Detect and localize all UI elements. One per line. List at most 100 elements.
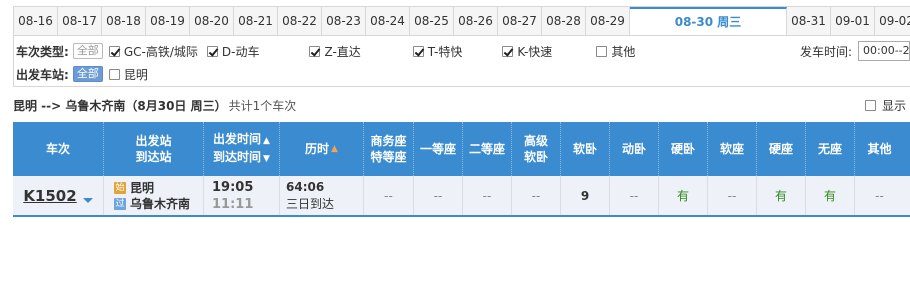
col-dep-time-label: 出发时间 — [213, 132, 262, 146]
cell-hard-seat[interactable]: 有 — [757, 176, 806, 215]
depart-time-label: 发车时间: — [799, 44, 852, 59]
start-station-icon: 始 — [114, 181, 126, 194]
col-dynamic-sleeper: 动卧 — [610, 122, 659, 176]
col-duration[interactable]: 历时 ▲ — [280, 122, 364, 176]
show-option-label: 显示 — [882, 99, 907, 113]
arrive-day: 三日到达 — [286, 196, 335, 211]
cell-soft-sleeper[interactable]: 9 — [561, 176, 610, 215]
date-tab[interactable]: 08-22 — [278, 7, 322, 36]
depart-time: 19:05 — [212, 179, 254, 195]
train-type-filter-row: 车次类型: 全部 GC-高铁/城际 D-动车 Z-直达 T-特快 K-快速 其他 — [14, 41, 635, 61]
show-option-checkbox[interactable] — [865, 100, 876, 111]
date-tab[interactable]: 08-25 — [410, 7, 454, 36]
show-option[interactable]: 显示 — [865, 97, 906, 114]
date-tab[interactable]: 08-31 — [787, 7, 831, 36]
date-tab-bar: 08-16 08-17 08-18 08-19 08-20 08-21 08-2… — [13, 6, 910, 38]
train-type-label: 车次类型: — [16, 44, 69, 59]
col-no-seat: 无座 — [806, 122, 855, 176]
col-stations: 出发站 到达站 — [104, 122, 204, 176]
date-tab[interactable]: 09-02 — [875, 7, 910, 36]
col-no-seat-label: 无座 — [817, 142, 842, 156]
checkbox-z[interactable]: Z-直达 — [309, 43, 361, 60]
date-tab[interactable]: 08-17 — [58, 7, 102, 36]
date-tab[interactable]: 08-24 — [366, 7, 410, 36]
date-tab[interactable]: 08-19 — [146, 7, 190, 36]
checkbox-d[interactable]: D-动车 — [206, 43, 259, 60]
col-hard-seat: 硬座 — [757, 122, 806, 176]
route-title: 昆明 --> 乌鲁木齐南（8月30日 周三） — [13, 99, 227, 113]
table-row: K1502 始昆明 过乌鲁木齐南 19:05 11:11 64:06 三日到达 … — [13, 176, 910, 217]
checkbox-k[interactable]: K-快速 — [502, 43, 552, 60]
col-from-label: 出发站 — [135, 134, 172, 148]
col-hard-sleeper-label: 硬卧 — [670, 142, 695, 156]
col-times[interactable]: 出发时间 ▲ 到达时间 ▼ — [204, 122, 280, 176]
to-station-name: 乌鲁木齐南 — [130, 197, 191, 211]
date-tab[interactable]: 08-28 — [542, 7, 586, 36]
checkbox-t[interactable]: T-特快 — [412, 43, 462, 60]
date-tab[interactable]: 08-18 — [102, 7, 146, 36]
train-number-link[interactable]: K1502 — [23, 187, 76, 205]
depart-time-filter: 发车时间: 00:00--24:00 — [798, 41, 910, 61]
col-first-label: 一等座 — [419, 142, 456, 156]
sort-up-icon[interactable]: ▲ — [263, 136, 270, 146]
checkbox-k-label: K-快速 — [517, 44, 553, 59]
checkbox-station-kunming[interactable]: 昆明 — [108, 66, 148, 83]
date-tab[interactable]: 08-21 — [234, 7, 278, 36]
date-tab[interactable]: 08-23 — [322, 7, 366, 36]
checkbox-gc[interactable]: GC-高铁/城际 — [108, 43, 198, 60]
cell-second: -- — [463, 176, 512, 215]
cell-duration: 64:06 三日到达 — [280, 176, 364, 215]
cell-hard-sleeper[interactable]: 有 — [659, 176, 708, 215]
col-hard-sleeper: 硬卧 — [659, 122, 708, 176]
col-hard-seat-label: 硬座 — [768, 142, 793, 156]
date-tab[interactable]: 08-16 — [14, 7, 58, 36]
date-tab[interactable]: 08-26 — [454, 7, 498, 36]
checkbox-d-box[interactable] — [206, 45, 218, 57]
checkbox-other[interactable]: 其他 — [596, 43, 635, 60]
checkbox-other-box[interactable] — [596, 45, 608, 57]
filter-panel: 车次类型: 全部 GC-高铁/城际 D-动车 Z-直达 T-特快 K-快速 其他… — [13, 35, 910, 87]
depart-station-label: 出发车站: — [16, 67, 69, 82]
date-tab[interactable]: 08-20 — [190, 7, 234, 36]
checkbox-station-kunming-box[interactable] — [108, 68, 120, 80]
cell-train: K1502 — [13, 176, 104, 215]
depart-station-all-button[interactable]: 全部 — [72, 66, 103, 82]
results-table-header: 车次 出发站 到达站 出发时间 ▲ 到达时间 ▼ 历时 ▲ 商务座 特等座 一等座 二… — [13, 122, 910, 176]
chevron-down-icon[interactable] — [82, 198, 93, 203]
col-soft-seat: 软座 — [708, 122, 757, 176]
cell-soft-seat: -- — [708, 176, 757, 215]
cell-premium: -- — [512, 176, 561, 215]
cell-business: -- — [364, 176, 414, 215]
sort-up-active-icon[interactable]: ▲ — [331, 141, 338, 157]
cell-no-seat[interactable]: 有 — [806, 176, 855, 215]
col-soft-sleeper: 软卧 — [561, 122, 610, 176]
col-dep-time-sort[interactable]: 出发时间 ▲ — [213, 131, 270, 149]
checkbox-z-box[interactable] — [309, 45, 321, 57]
cell-times: 19:05 11:11 — [204, 176, 280, 215]
train-type-all-button[interactable]: 全部 — [72, 43, 103, 59]
checkbox-gc-box[interactable] — [108, 45, 120, 57]
col-premium: 高级 软卧 — [512, 122, 561, 176]
depart-time-select[interactable]: 00:00--24:00 — [858, 41, 910, 61]
col-train-label: 车次 — [45, 142, 70, 156]
col-other: 其他 — [855, 122, 904, 176]
checkbox-k-box[interactable] — [502, 45, 514, 57]
date-tab-active[interactable]: 08-30 周三 — [630, 7, 787, 38]
col-arr-time-sort[interactable]: 到达时间 ▼ — [213, 149, 270, 167]
col-second: 二等座 — [463, 122, 512, 176]
checkbox-t-box[interactable] — [412, 45, 424, 57]
date-tab[interactable]: 08-27 — [498, 7, 542, 36]
pass-station-icon: 过 — [114, 197, 126, 210]
depart-station-filter-row: 出发车站: 全部 昆明 — [14, 64, 148, 84]
col-dynamic-sleeper-label: 动卧 — [621, 142, 646, 156]
sort-down-icon[interactable]: ▼ — [263, 154, 270, 164]
col-soft-sleeper-label: 软卧 — [572, 142, 597, 156]
cell-stations: 始昆明 过乌鲁木齐南 — [104, 176, 204, 215]
date-tab[interactable]: 09-01 — [831, 7, 875, 36]
col-first: 一等座 — [414, 122, 463, 176]
col-business: 商务座 特等座 — [364, 122, 414, 176]
date-tab[interactable]: 08-29 — [586, 7, 630, 36]
from-station: 始昆明 — [114, 180, 154, 196]
col-premium-label-2: 软卧 — [523, 150, 548, 164]
col-train: 车次 — [13, 122, 104, 176]
